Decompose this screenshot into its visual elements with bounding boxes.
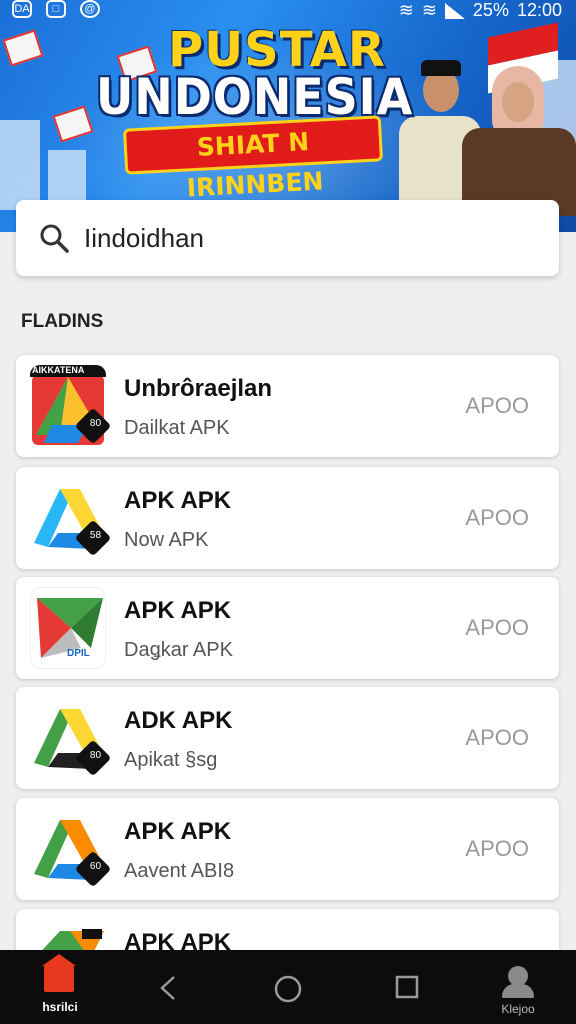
app-name: ADK APK <box>124 707 233 734</box>
app-price: APOO <box>465 393 529 418</box>
app-name: APK APK <box>124 487 232 514</box>
app-subtitle: Dailkat APK <box>124 417 230 439</box>
app-subtitle: Now APK <box>124 529 209 551</box>
official-woman-image <box>458 66 576 216</box>
promo-banner[interactable]: PUSTAR UNDONESIA SHIAT N IRINNBEN DA □ @… <box>0 0 576 232</box>
clock: 12:00 <box>516 0 562 20</box>
app-card[interactable]: 60 APK APK Aavent ABI8 APOO <box>16 798 559 900</box>
wifi-icon: ≋ <box>398 0 414 20</box>
app-card[interactable]: 80 ADK APK Apikat §sg APOO <box>16 687 559 789</box>
battery-level: 25% <box>472 0 509 20</box>
app-card[interactable]: AIKKATENA 80 Unbrôraejlan Dailkat APK AP… <box>16 355 559 457</box>
bottom-navbar: hsrilci Klejoo <box>0 950 576 1024</box>
app-card[interactable]: DPIL APK APK Daǥkar APK APOO <box>16 577 559 679</box>
notification-icon: □ <box>46 0 66 18</box>
status-bar: DA □ @ ≋ ≋ 25% 12:00 <box>0 0 576 22</box>
app-price: APOO <box>465 505 529 530</box>
profile-tab[interactable]: Klejoo <box>498 960 538 1016</box>
home-button-icon[interactable] <box>273 974 303 1004</box>
home-icon <box>42 954 76 992</box>
app-price: APOO <box>465 615 529 640</box>
app-subtitle: Apikat §sg <box>124 749 218 771</box>
stamp-decoration <box>2 29 44 67</box>
home-label: hsrilci <box>42 1000 78 1014</box>
profile-label: Klejoo <box>501 1002 535 1016</box>
app-price: APOO <box>465 836 529 861</box>
notification-icon: @ <box>80 0 100 18</box>
recents-icon[interactable] <box>394 974 420 1000</box>
home-tab[interactable]: hsrilci <box>36 954 84 1016</box>
wifi-icon: ≋ <box>421 0 437 20</box>
app-icon-label: AIKKATENA <box>32 365 85 375</box>
search-icon <box>40 224 69 253</box>
app-name: APK APK <box>124 597 232 624</box>
back-icon[interactable] <box>156 974 182 1002</box>
app-subtitle: Aavent ABI8 <box>124 860 235 882</box>
app-card[interactable]: 58 APK APK Now APK APOO <box>16 467 559 569</box>
banner-building <box>0 120 40 210</box>
app-subtitle: Daǥkar APK <box>124 639 233 661</box>
app-icon[interactable]: DPIL <box>30 587 106 669</box>
app-name: Unbrôraejlan <box>124 375 273 402</box>
app-icon-label: DPIL <box>67 648 90 659</box>
profile-icon <box>508 966 528 986</box>
search-input[interactable] <box>84 222 504 254</box>
notification-icon: DA <box>12 0 32 18</box>
signal-icon <box>444 2 465 19</box>
section-title: FLADINS <box>21 311 104 332</box>
app-name: APK APK <box>124 818 232 845</box>
search-bar[interactable] <box>16 200 559 276</box>
app-price: APOO <box>465 725 529 750</box>
